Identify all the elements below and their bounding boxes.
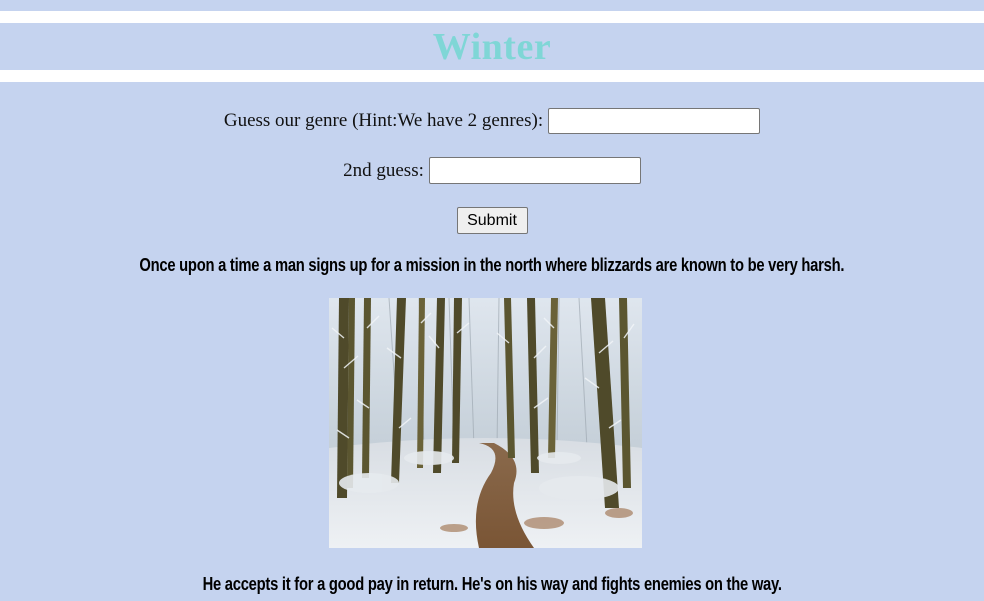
story-paragraph-2: He accepts it for a good pay in return. …	[202, 574, 782, 594]
submit-row: Submit	[0, 207, 984, 234]
top-band	[0, 0, 984, 11]
header: Winter	[0, 23, 984, 70]
genre-guess-label: Guess our genre (Hint:We have 2 genres):	[223, 110, 544, 131]
genre-guess-row: Guess our genre (Hint:We have 2 genres):	[0, 108, 984, 134]
story-paragraph-2-wrap: He accepts it for a good pay in return. …	[0, 574, 984, 595]
submit-button[interactable]: Submit	[456, 207, 528, 234]
divider-top	[0, 11, 984, 23]
second-guess-row: 2nd guess:	[0, 157, 984, 184]
story-paragraph-1-wrap: Once upon a time a man signs up for a mi…	[0, 255, 984, 276]
genre-guess-input[interactable]	[548, 108, 761, 134]
story-paragraph-1: Once upon a time a man signs up for a mi…	[139, 255, 845, 275]
snowy-forest-image	[329, 298, 642, 548]
divider-bottom	[0, 70, 984, 82]
second-guess-input[interactable]	[428, 157, 641, 184]
page-title: Winter	[432, 25, 552, 68]
second-guess-label: 2nd guess:	[343, 159, 424, 181]
